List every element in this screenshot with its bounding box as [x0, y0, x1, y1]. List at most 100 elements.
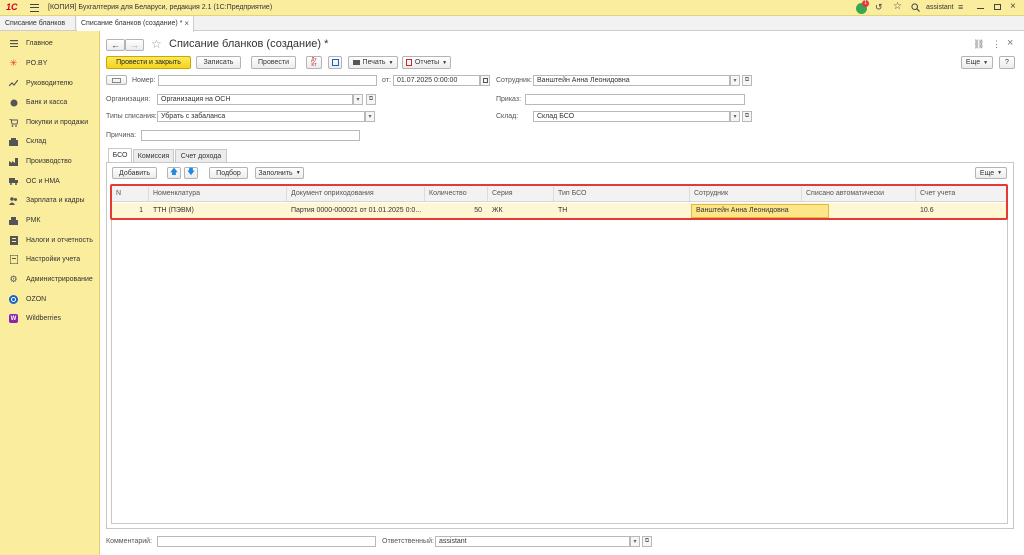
reason-field[interactable]: [141, 130, 360, 141]
dt-kt-icon: Дт Кт: [311, 56, 317, 68]
sidebar-item-warehouse[interactable]: Склад: [0, 132, 100, 151]
calendar-button[interactable]: [480, 75, 490, 86]
sidebar-item-settings[interactable]: Настройки учета: [0, 250, 100, 269]
tab-writeoff-list[interactable]: Списание бланков: [0, 16, 76, 31]
dropdown-arrow-icon: ▼: [983, 59, 989, 66]
writeoff-type-field[interactable]: Убрать с забаланса: [157, 111, 365, 122]
table-more-button[interactable]: Еще ▼: [975, 167, 1007, 179]
menu-icon: [9, 39, 18, 48]
register-icon: [9, 216, 18, 225]
sidebar-item-wildberries[interactable]: W Wildberries: [0, 309, 100, 328]
sidebar: Главное ✳ PO.BY Руководителю Банк и касс…: [0, 31, 100, 555]
employee-dropdown-button[interactable]: ▾: [730, 75, 740, 86]
warehouse-icon: [9, 137, 18, 146]
sidebar-item-label: РМК: [26, 217, 41, 224]
more-actions-icon[interactable]: ⋮: [992, 39, 1001, 50]
sidebar-item-label: Зарплата и кадры: [26, 197, 85, 204]
responsible-dropdown-button[interactable]: ▾: [630, 536, 640, 547]
sidebar-item-rmk[interactable]: РМК: [0, 211, 100, 230]
dt-kt-button[interactable]: Дт Кт: [306, 56, 322, 69]
forward-button[interactable]: →: [125, 39, 144, 51]
number-field[interactable]: [158, 75, 377, 86]
user-name[interactable]: assistant: [926, 4, 954, 11]
truck-icon: [9, 177, 18, 186]
selection-highlight: [110, 184, 1008, 220]
sidebar-item-label: PO.BY: [26, 60, 48, 67]
warehouse-field[interactable]: Склад БСО: [533, 111, 730, 122]
factory-icon: [9, 157, 18, 166]
sidebar-item-manager[interactable]: Руководителю: [0, 74, 100, 93]
organization-open-button[interactable]: ⧉: [366, 94, 376, 105]
search-icon[interactable]: [911, 3, 920, 12]
minimize-icon[interactable]: [977, 8, 984, 9]
order-field[interactable]: [525, 94, 745, 105]
open-link-icon: ⧉: [744, 113, 750, 119]
order-label: Приказ:: [496, 96, 522, 103]
structure-button[interactable]: [328, 56, 342, 69]
reports-button[interactable]: Отчеты ▼: [402, 56, 451, 69]
sidebar-item-admin[interactable]: ⚙ Администрирование: [0, 270, 100, 289]
sidebar-item-assets[interactable]: ОС и НМА: [0, 172, 100, 191]
post-and-close-button[interactable]: Провести и закрыть: [106, 56, 191, 69]
date-field[interactable]: 01.07.2025 0:00:00: [393, 75, 480, 86]
more-button[interactable]: Еще ▼: [961, 56, 993, 69]
pick-button[interactable]: Подбор: [209, 167, 248, 179]
sidebar-item-ozon[interactable]: OZON: [0, 290, 100, 309]
tab-writeoff-create[interactable]: Списание бланков (создание) * ×: [77, 16, 194, 32]
employee-field[interactable]: Ванштейн Анна Леонидовна: [533, 75, 730, 86]
save-button[interactable]: Записать: [196, 56, 241, 69]
main-menu-icon[interactable]: [30, 4, 39, 12]
sidebar-item-salary[interactable]: Зарплата и кадры: [0, 191, 100, 210]
cart-icon: [9, 118, 18, 127]
comment-field[interactable]: [157, 536, 376, 547]
link-icon[interactable]: ⛓: [973, 39, 984, 50]
employee-open-button[interactable]: ⧉: [742, 75, 752, 86]
tab-bso[interactable]: БСО: [108, 148, 132, 162]
tab-label: Списание бланков (создание) *: [81, 20, 183, 27]
app-title: [КОПИЯ] Бухгалтерия для Беларуси, редакц…: [48, 4, 273, 11]
sidebar-item-label: Настройки учета: [26, 256, 81, 263]
post-button[interactable]: Провести: [251, 56, 296, 69]
help-button[interactable]: ?: [999, 56, 1015, 69]
settings-menu-icon[interactable]: ≡: [958, 3, 963, 12]
sidebar-item-bank[interactable]: Банк и касса: [0, 93, 100, 112]
close-tab-icon[interactable]: ×: [184, 16, 189, 31]
fill-button[interactable]: Заполнить ▼: [255, 167, 304, 179]
sidebar-item-label: Главное: [26, 40, 53, 47]
tab-income-account[interactable]: Счет дохода: [175, 149, 227, 162]
tab-commission[interactable]: Комиссия: [133, 149, 174, 162]
sidebar-item-production[interactable]: Производство: [0, 152, 100, 171]
favorites-icon[interactable]: ☆: [893, 1, 902, 12]
organization-dropdown-button[interactable]: ▾: [353, 94, 363, 105]
responsible-field[interactable]: assistant: [435, 536, 630, 547]
people-icon: [9, 196, 18, 205]
open-link-icon: ⧉: [744, 77, 750, 83]
close-icon[interactable]: ×: [1010, 1, 1016, 12]
organization-field[interactable]: Организация на ОСН: [157, 94, 353, 105]
sidebar-item-poby[interactable]: ✳ PO.BY: [0, 54, 100, 73]
responsible-open-button[interactable]: ⧉: [642, 536, 652, 547]
number-toggle-button[interactable]: [106, 75, 127, 85]
favorite-star-icon[interactable]: ☆: [151, 37, 162, 51]
restore-icon[interactable]: [994, 4, 1001, 10]
sidebar-item-sales[interactable]: Покупки и продажи: [0, 113, 100, 132]
wildberries-icon: W: [9, 314, 18, 323]
sidebar-item-main[interactable]: Главное: [0, 34, 100, 53]
print-button[interactable]: Печать ▼: [348, 56, 398, 69]
move-up-button[interactable]: 🡅: [167, 167, 181, 179]
sidebar-item-label: Производство: [26, 158, 72, 165]
bank-icon: [9, 98, 18, 107]
warehouse-open-button[interactable]: ⧉: [742, 111, 752, 122]
history-icon[interactable]: ↺: [875, 2, 883, 13]
writeoff-type-dropdown-button[interactable]: ▾: [365, 111, 375, 122]
add-row-button[interactable]: Добавить: [112, 167, 157, 179]
grid-icon: [112, 77, 121, 83]
sidebar-item-taxes[interactable]: Налоги и отчетность: [0, 231, 100, 250]
ozon-icon: [9, 295, 18, 304]
move-down-button[interactable]: 🡇: [184, 167, 198, 179]
arrow-down-icon: 🡇: [186, 167, 196, 176]
title-bar: 1С [КОПИЯ] Бухгалтерия для Беларуси, ред…: [0, 0, 1024, 16]
close-form-icon[interactable]: ×: [1007, 37, 1013, 49]
warehouse-dropdown-button[interactable]: ▾: [730, 111, 740, 122]
back-button[interactable]: ←: [106, 39, 125, 51]
